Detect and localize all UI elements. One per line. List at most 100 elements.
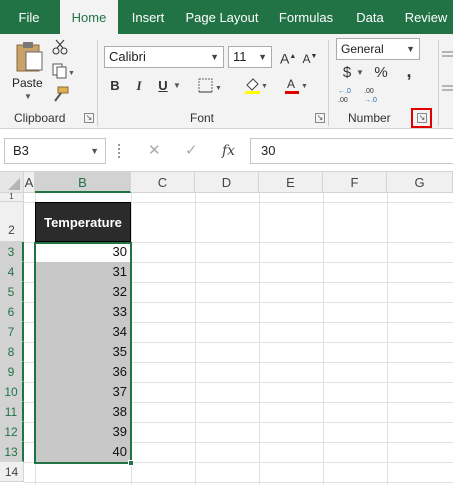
tab-data[interactable]: Data xyxy=(348,0,392,34)
currency-button[interactable]: $ xyxy=(340,63,354,83)
formula-bar: B3 ▼ ✕ ✓ fx 30 xyxy=(0,130,453,172)
enter-icon[interactable]: ✓ xyxy=(185,138,198,164)
tab-review[interactable]: Review xyxy=(398,0,453,34)
decrease-decimal-icon[interactable]: .00→.0 xyxy=(364,86,386,104)
ribbon-separator xyxy=(438,40,439,126)
select-all-corner[interactable] xyxy=(0,172,24,193)
cut-icon[interactable] xyxy=(52,39,68,55)
clipboard-launcher-icon[interactable]: ↘ xyxy=(84,113,94,123)
row-header-2[interactable]: 2 xyxy=(0,202,24,242)
svg-text:→.0: →.0 xyxy=(364,97,377,104)
font-size-select[interactable]: 11 ▼ xyxy=(228,46,272,68)
row-header-10[interactable]: 10 xyxy=(0,382,24,402)
svg-text:←.0: ←.0 xyxy=(338,88,351,95)
percent-button[interactable]: % xyxy=(372,63,390,83)
font-name-select[interactable]: Calibri ▼ xyxy=(104,46,224,68)
increase-decimal-icon[interactable]: ←.0.00 xyxy=(338,86,360,104)
svg-text:.00: .00 xyxy=(338,97,348,104)
tab-formulas[interactable]: Formulas xyxy=(270,0,342,34)
column-header-b[interactable]: B xyxy=(35,172,131,193)
font-color-icon[interactable]: A ▼ xyxy=(284,76,308,94)
row-header-11[interactable]: 11 xyxy=(0,402,24,422)
row-header-9[interactable]: 9 xyxy=(0,362,24,382)
ribbon-tabs: File Home Insert Page Layout Formulas Da… xyxy=(0,0,453,36)
cell-b11[interactable]: 38 xyxy=(35,402,131,422)
row-header-13[interactable]: 13 xyxy=(0,442,24,462)
svg-text:▼: ▼ xyxy=(215,85,222,92)
number-group-label: Number xyxy=(348,111,391,125)
table-header-cell[interactable]: Temperature xyxy=(35,202,131,242)
bold-button[interactable]: B xyxy=(108,76,122,96)
column-header-f[interactable]: F xyxy=(323,172,387,193)
cell-b7[interactable]: 34 xyxy=(35,322,131,342)
cell-b13[interactable]: 40 xyxy=(35,442,131,462)
format-painter-icon[interactable] xyxy=(52,86,70,102)
chevron-down-icon: ▼ xyxy=(210,52,219,62)
row-header-5[interactable]: 5 xyxy=(0,282,24,302)
column-header-e[interactable]: E xyxy=(259,172,323,193)
tab-file[interactable]: File xyxy=(0,0,58,34)
select-all-icon xyxy=(8,178,20,190)
formula-input[interactable]: 30 xyxy=(250,138,453,164)
chevron-down-icon: ▼ xyxy=(406,44,415,54)
column-header-g[interactable]: G xyxy=(387,172,453,193)
decrease-font-size-icon[interactable]: A▼ xyxy=(302,47,318,67)
comma-button[interactable]: , xyxy=(402,61,416,81)
column-header-a[interactable]: A xyxy=(24,172,35,193)
cell-b9[interactable]: 36 xyxy=(35,362,131,382)
ribbon-separator xyxy=(328,40,329,126)
svg-text:▼: ▼ xyxy=(261,83,268,90)
row-header-6[interactable]: 6 xyxy=(0,302,24,322)
conditional-formatting-icon[interactable] xyxy=(442,46,453,106)
name-box[interactable]: B3 ▼ xyxy=(4,138,106,164)
worksheet-grid[interactable]: A B C D E F G 1 2 3 4 5 6 7 8 9 10 11 12… xyxy=(0,172,453,485)
font-launcher-icon[interactable]: ↘ xyxy=(315,113,325,123)
cell-b5[interactable]: 32 xyxy=(35,282,131,302)
tab-home[interactable]: Home xyxy=(60,0,118,36)
paste-label: Paste xyxy=(12,76,43,90)
paste-button[interactable]: Paste ▼ xyxy=(10,40,48,102)
fill-handle[interactable] xyxy=(128,460,134,466)
cell-b8[interactable]: 35 xyxy=(35,342,131,362)
row-header-8[interactable]: 8 xyxy=(0,342,24,362)
svg-text:.00: .00 xyxy=(364,88,374,95)
cancel-icon[interactable]: ✕ xyxy=(148,138,161,164)
row-header-4[interactable]: 4 xyxy=(0,262,24,282)
cell-b6[interactable]: 33 xyxy=(35,302,131,322)
gridline xyxy=(24,482,453,483)
underline-button[interactable]: U xyxy=(156,76,170,96)
row-header-14[interactable]: 14 xyxy=(0,462,24,482)
column-header-d[interactable]: D xyxy=(195,172,259,193)
cell-b12[interactable]: 39 xyxy=(35,422,131,442)
cell-b3[interactable]: 30 xyxy=(35,242,131,262)
tab-insert[interactable]: Insert xyxy=(120,0,176,34)
row-header-7[interactable]: 7 xyxy=(0,322,24,342)
chevron-down-icon: ▼ xyxy=(24,92,32,101)
borders-icon[interactable]: ▼ xyxy=(198,78,222,94)
row-header-3[interactable]: 3 xyxy=(0,242,24,262)
fill-color-icon[interactable]: ▼ xyxy=(244,76,268,94)
italic-button[interactable]: I xyxy=(132,76,146,96)
ribbon-separator xyxy=(97,40,98,126)
ribbon-home: Paste ▼ ▼ Clipboard ↘ Calibri ▼ 11 ▼ A▲ A▼… xyxy=(0,34,453,129)
tab-page-layout[interactable]: Page Layout xyxy=(180,0,264,34)
cell-b4[interactable]: 31 xyxy=(35,262,131,282)
chevron-down-icon[interactable]: ▼ xyxy=(172,76,182,96)
row-header-12[interactable]: 12 xyxy=(0,422,24,442)
column-header-c[interactable]: C xyxy=(131,172,195,193)
clipboard-group-label: Clipboard xyxy=(14,111,66,125)
cell-b10[interactable]: 37 xyxy=(35,382,131,402)
svg-text:▼: ▼ xyxy=(68,70,74,77)
copy-icon[interactable]: ▼ xyxy=(52,63,74,79)
number-format-select[interactable]: General ▼ xyxy=(336,38,420,60)
resize-handle[interactable] xyxy=(118,144,122,158)
clipboard-icon xyxy=(16,42,43,72)
chevron-down-icon[interactable]: ▼ xyxy=(356,63,364,83)
font-group-label: Font xyxy=(190,111,215,125)
number-format-launcher-button[interactable]: ↘ xyxy=(411,108,432,128)
row-header-1[interactable]: 1 xyxy=(0,193,24,202)
insert-function-icon[interactable]: fx xyxy=(222,138,235,164)
chevron-down-icon: ▼ xyxy=(90,146,99,156)
increase-font-size-icon[interactable]: A▲ xyxy=(280,47,296,67)
gridline xyxy=(24,462,453,463)
